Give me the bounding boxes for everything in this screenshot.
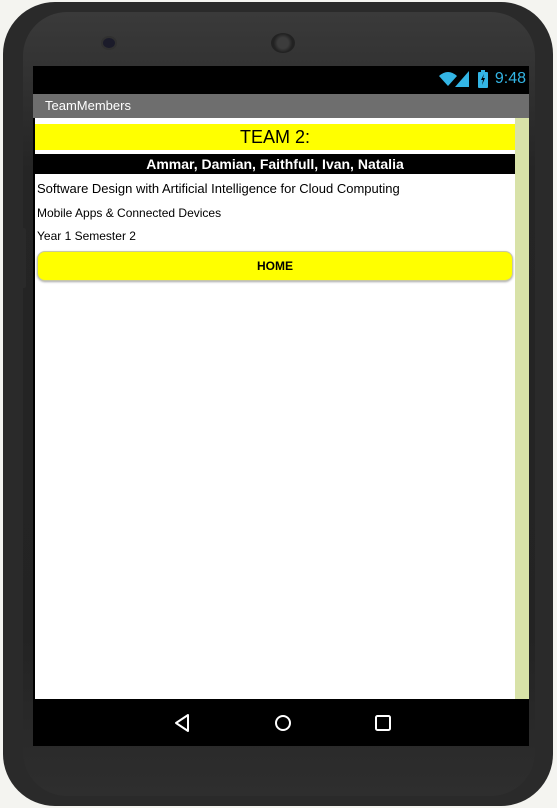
app-title-bar: TeamMembers xyxy=(33,94,529,118)
course-label: Software Design with Artificial Intellig… xyxy=(37,181,400,196)
battery-icon xyxy=(478,70,488,88)
app-title: TeamMembers xyxy=(45,98,131,113)
home-button[interactable]: HOME xyxy=(37,251,513,281)
volume-button xyxy=(20,228,26,288)
signal-icon xyxy=(455,71,469,87)
navigation-bar xyxy=(33,699,529,746)
scrollbar[interactable] xyxy=(515,118,529,699)
power-button xyxy=(543,103,551,149)
phone-screen: 9:48 TeamMembers TEAM 2: Ammar, Damian, … xyxy=(33,66,529,746)
speaker-grille xyxy=(271,33,295,53)
status-time: 9:48 xyxy=(494,70,526,87)
main-content: TEAM 2: Ammar, Damian, Faithfull, Ivan, … xyxy=(35,118,515,699)
team-label: TEAM 2: xyxy=(35,124,515,150)
module-label: Mobile Apps & Connected Devices xyxy=(37,206,222,220)
status-bar: 9:48 xyxy=(33,66,529,94)
members-label: Ammar, Damian, Faithfull, Ivan, Natalia xyxy=(35,154,515,174)
recents-icon[interactable] xyxy=(371,711,395,735)
back-icon[interactable] xyxy=(170,711,194,735)
home-icon[interactable] xyxy=(271,711,295,735)
camera-icon xyxy=(103,38,115,48)
term-label: Year 1 Semester 2 xyxy=(37,229,136,243)
